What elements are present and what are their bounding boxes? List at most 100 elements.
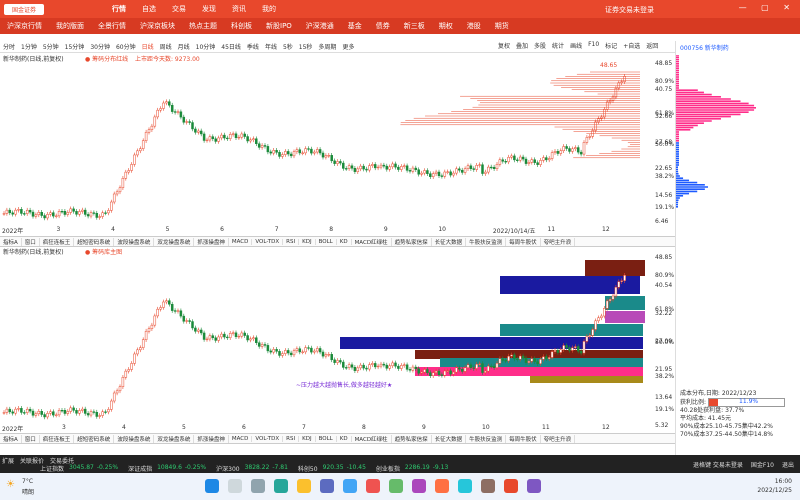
app-icon[interactable] — [389, 479, 403, 493]
indicator-tab[interactable]: KD — [337, 435, 352, 442]
indicator-tab[interactable]: MACD — [229, 238, 253, 245]
indicator-tab[interactable]: 每周牛股伏 — [506, 237, 541, 246]
indicator-tab[interactable]: 超短密码系统 — [74, 237, 115, 246]
folder-icon[interactable] — [297, 479, 311, 493]
indicator-tab[interactable]: 每周牛股伏 — [506, 434, 541, 443]
indicator-tab[interactable]: 趋势私家信探 — [392, 434, 432, 443]
indicator-tab[interactable]: 牛股扶反监测 — [466, 237, 507, 246]
menu-item[interactable]: 基金 — [348, 21, 362, 31]
app-icon[interactable] — [366, 479, 380, 493]
indicator-tab[interactable]: RSI — [283, 435, 300, 442]
menu-item[interactable]: 科创板 — [231, 21, 252, 31]
indicator-tab[interactable]: VOL-TDX — [252, 435, 284, 442]
menu-item[interactable]: 全景行情 — [98, 21, 126, 31]
menu-item[interactable]: 沪深京行情 — [7, 21, 42, 31]
indicator-tab[interactable]: 窗口 — [22, 237, 40, 246]
toolbar-button[interactable]: 标记 — [605, 41, 617, 50]
indicator-tab[interactable]: 长征大数据 — [432, 434, 467, 443]
index-name[interactable]: 创业板指 — [376, 464, 400, 473]
indicator-tab[interactable]: VOL-TDX — [252, 238, 284, 245]
indicator-tab[interactable]: 波段操盘系统 — [114, 237, 155, 246]
index-name[interactable]: 上证指数 — [40, 464, 64, 473]
index-name[interactable]: 沪深300 — [216, 464, 239, 473]
windows-start-icon[interactable] — [205, 479, 219, 493]
period-tab[interactable]: 月线 — [178, 42, 190, 51]
period-tab[interactable]: 45日线 — [221, 42, 241, 51]
indicator-tab[interactable]: 长征大数据 — [432, 237, 467, 246]
top-price-chart[interactable] — [0, 60, 675, 225]
toolbar-button[interactable]: 画线 — [570, 41, 582, 50]
toolbar-button[interactable]: 返回 — [646, 41, 658, 50]
clock-time[interactable]: 16:00 — [775, 478, 792, 485]
period-tab[interactable]: 5分钟 — [43, 42, 59, 51]
nav-discover[interactable]: 发现 — [202, 4, 216, 14]
app-icon[interactable] — [435, 479, 449, 493]
toolbar-button[interactable]: 复权 — [498, 41, 510, 50]
menu-item[interactable]: 我的版面 — [56, 21, 84, 31]
app-icon[interactable] — [527, 479, 541, 493]
toolbar-button[interactable]: 叠加 — [516, 41, 528, 50]
index-name[interactable]: 科创50 — [298, 464, 318, 473]
store-icon[interactable] — [320, 479, 334, 493]
menu-item[interactable]: 新三板 — [404, 21, 425, 31]
status-right[interactable]: 退格键 交易未登录 — [693, 460, 743, 469]
menu-item[interactable]: 期权 — [439, 21, 453, 31]
menu-item[interactable]: 新股IPO — [266, 21, 292, 31]
indicator-tab[interactable]: 抓涨操盘神 — [194, 237, 229, 246]
status-right[interactable]: 国金F10 — [751, 460, 774, 469]
menu-item[interactable]: 沪深京板块 — [140, 21, 175, 31]
browser-icon[interactable] — [274, 479, 288, 493]
indicator-tab[interactable]: 超短密码系统 — [74, 434, 115, 443]
indicator-tab[interactable]: 指标A — [0, 434, 22, 443]
indicator-tab[interactable]: KDJ — [299, 435, 316, 442]
nav-trade[interactable]: 交易 — [172, 4, 186, 14]
indicator-tab[interactable]: MACD红绿柱 — [352, 237, 392, 246]
period-tab[interactable]: 30分钟 — [90, 42, 110, 51]
nav-mine[interactable]: 我的 — [262, 4, 276, 14]
menu-item[interactable]: 热点主题 — [189, 21, 217, 31]
nav-quotes[interactable]: 行情 — [112, 4, 126, 14]
indicator-tab[interactable]: 指标A — [0, 237, 22, 246]
status-tab[interactable]: 扩展 — [2, 456, 14, 465]
indicator-tab[interactable]: 夸吧主升浪 — [541, 434, 576, 443]
period-tab[interactable]: 年线 — [265, 42, 277, 51]
menu-item[interactable]: 期货 — [495, 21, 509, 31]
window-controls[interactable]: — ▢ ✕ — [739, 3, 796, 12]
task-view-icon[interactable] — [251, 479, 265, 493]
period-tab[interactable]: 多周期 — [318, 42, 336, 51]
app-icon[interactable] — [458, 479, 472, 493]
search-icon[interactable] — [228, 479, 242, 493]
indicator-tab[interactable]: 波段操盘系统 — [114, 434, 155, 443]
menu-item[interactable]: 沪深港通 — [306, 21, 334, 31]
period-tab[interactable]: 周线 — [160, 42, 172, 51]
login-status[interactable]: 证券交易未登录 — [605, 5, 654, 15]
indicator-tab[interactable]: 抓涨操盘神 — [194, 434, 229, 443]
period-tab[interactable]: 15秒 — [299, 42, 313, 51]
app-icon[interactable] — [412, 479, 426, 493]
period-tab[interactable]: 1分钟 — [21, 42, 37, 51]
toolbar-button[interactable]: 多股 — [534, 41, 546, 50]
period-tab[interactable]: 5秒 — [283, 42, 293, 51]
period-tab[interactable]: 更多 — [342, 42, 354, 51]
nav-news[interactable]: 资讯 — [232, 4, 246, 14]
status-right[interactable]: 退出 — [782, 460, 794, 469]
indicator-tab[interactable]: KDJ — [299, 238, 316, 245]
indicator-tab[interactable]: 双龙操盘系统 — [154, 434, 195, 443]
menu-item[interactable]: 债券 — [376, 21, 390, 31]
period-tab-active[interactable]: 日线 — [142, 42, 154, 51]
app-icon[interactable] — [504, 479, 518, 493]
toolbar-button[interactable]: +自选 — [623, 41, 640, 50]
toolbar-button[interactable]: 统计 — [552, 41, 564, 50]
indicator-tab[interactable]: 疯狂连板王 — [40, 237, 75, 246]
clock-date[interactable]: 2022/12/25 — [757, 487, 792, 494]
indicator-tab[interactable]: MACD — [229, 435, 253, 442]
menu-item[interactable]: 港股 — [467, 21, 481, 31]
indicator-tab[interactable]: MACD红绿柱 — [352, 434, 392, 443]
indicator-tab[interactable]: KD — [337, 238, 352, 245]
indicator-tab[interactable]: 夸吧主升浪 — [541, 237, 576, 246]
weather-icon[interactable]: ☀ — [6, 479, 15, 490]
period-tab[interactable]: 季线 — [247, 42, 259, 51]
period-tab[interactable]: 分时 — [3, 42, 15, 51]
indicator-tab[interactable]: BOLL — [316, 238, 337, 245]
indicator-tab[interactable]: 趋势私家信探 — [392, 237, 432, 246]
